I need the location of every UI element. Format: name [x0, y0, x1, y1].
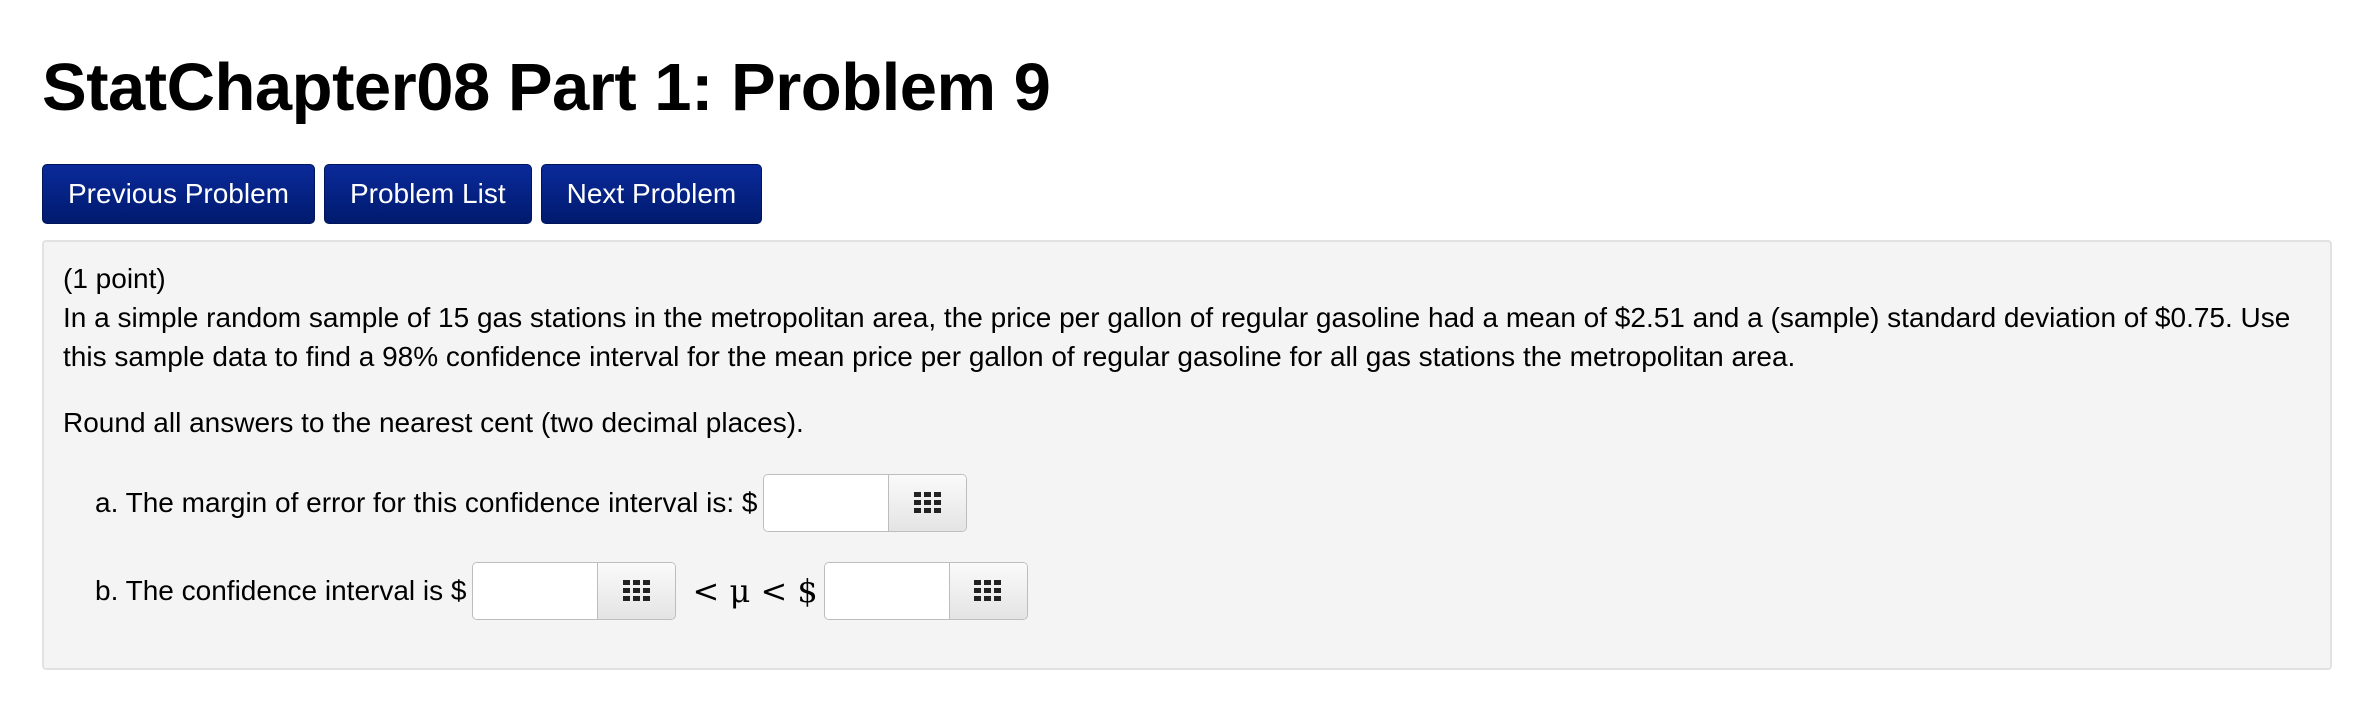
problem-list-button[interactable]: Problem List — [323, 164, 532, 224]
grid-icon — [974, 580, 1002, 601]
lower-bound-answer-group — [472, 562, 677, 620]
next-problem-button[interactable]: Next Problem — [540, 164, 763, 224]
lower-bound-input[interactable] — [473, 563, 598, 619]
part-a-helper-button[interactable] — [888, 475, 967, 531]
grid-icon — [913, 492, 941, 513]
part-b-label: b. The confidence interval is $ — [95, 575, 467, 606]
problem-panel: (1 point) In a simple random sample of 1… — [42, 240, 2332, 670]
upper-bound-answer-group — [823, 562, 1028, 620]
margin-of-error-input[interactable] — [764, 475, 889, 531]
part-b-row: b. The confidence interval is $ < μ < $ — [95, 562, 1028, 620]
grid-icon — [622, 580, 650, 601]
problem-statement: In a simple random sample of 15 gas stat… — [63, 302, 2291, 372]
mu-inequality: < μ < $ — [692, 572, 818, 610]
part-a-answer-group — [763, 474, 968, 532]
upper-bound-input[interactable] — [824, 563, 949, 619]
part-a-row: a. The margin of error for this confiden… — [95, 474, 968, 532]
lower-bound-helper-button[interactable] — [597, 563, 676, 619]
problem-points: (1 point) — [63, 263, 166, 294]
page-title: StatChapter08 Part 1: Problem 9 — [42, 50, 1051, 125]
problem-navigation: Previous Problem Problem List Next Probl… — [42, 164, 763, 224]
rounding-note: Round all answers to the nearest cent (t… — [63, 407, 804, 438]
previous-problem-button[interactable]: Previous Problem — [42, 164, 315, 224]
part-a-label: a. The margin of error for this confiden… — [95, 487, 758, 518]
upper-bound-helper-button[interactable] — [948, 563, 1027, 619]
